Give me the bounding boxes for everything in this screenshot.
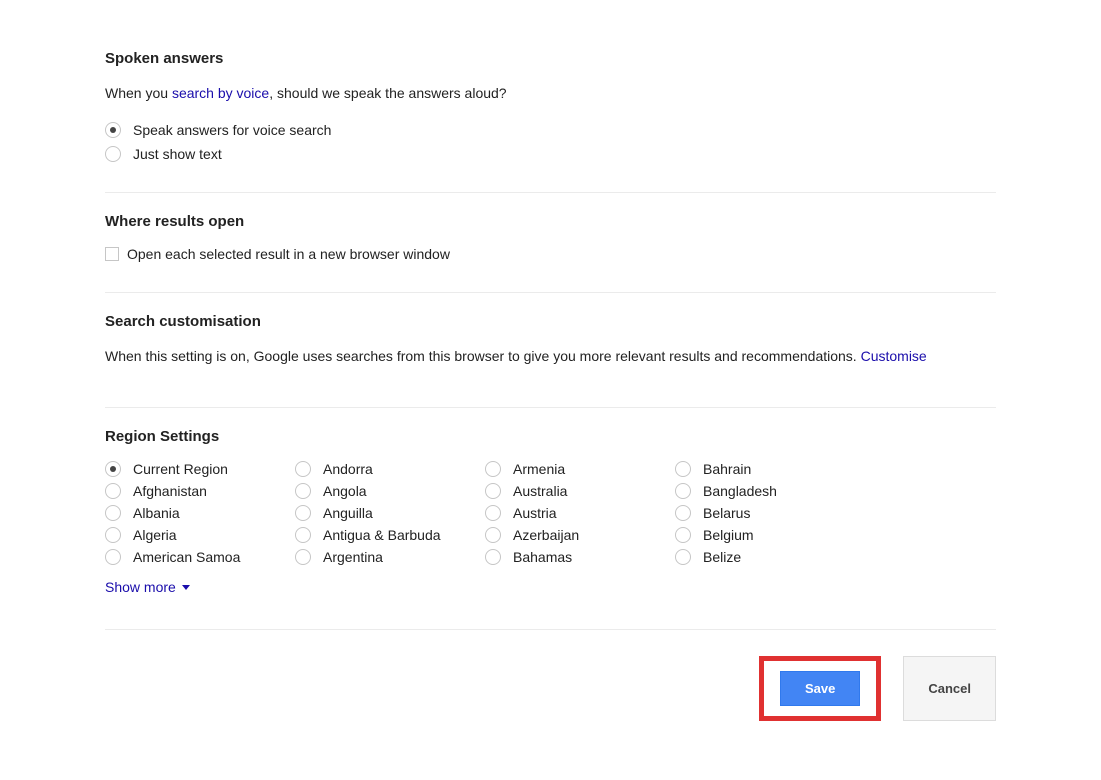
region-option[interactable]: Belarus xyxy=(675,505,865,521)
radio-icon xyxy=(485,461,501,477)
checkbox-icon xyxy=(105,247,119,261)
where-results-section: Where results open Open each selected re… xyxy=(105,193,996,293)
region-label: Belgium xyxy=(703,527,754,543)
region-option[interactable]: Antigua & Barbuda xyxy=(295,527,485,543)
open-new-window-checkbox[interactable]: Open each selected result in a new brows… xyxy=(105,246,996,262)
spoken-answers-desc: When you search by voice, should we spea… xyxy=(105,83,996,104)
radio-icon xyxy=(485,549,501,565)
region-label: Afghanistan xyxy=(133,483,207,499)
region-label: Current Region xyxy=(133,461,228,477)
search-by-voice-link[interactable]: search by voice xyxy=(172,85,269,101)
desc-post-text: , should we speak the answers aloud? xyxy=(269,85,506,101)
region-label: Argentina xyxy=(323,549,383,565)
caret-down-icon xyxy=(182,585,190,590)
radio-label: Just show text xyxy=(133,146,222,162)
region-label: Bahrain xyxy=(703,461,751,477)
search-customisation-section: Search customisation When this setting i… xyxy=(105,293,996,408)
region-option[interactable]: Armenia xyxy=(485,461,675,477)
radio-icon xyxy=(675,505,691,521)
region-option[interactable]: Belize xyxy=(675,549,865,565)
radio-icon xyxy=(295,527,311,543)
region-option[interactable]: Afghanistan xyxy=(105,483,295,499)
region-option[interactable]: Bahrain xyxy=(675,461,865,477)
radio-icon xyxy=(105,461,121,477)
radio-icon xyxy=(105,483,121,499)
radio-icon xyxy=(675,527,691,543)
show-more-link[interactable]: Show more xyxy=(105,579,190,595)
radio-speak-answers[interactable]: Speak answers for voice search xyxy=(105,122,996,138)
region-label: Andorra xyxy=(323,461,373,477)
region-label: Antigua & Barbuda xyxy=(323,527,441,543)
where-results-title: Where results open xyxy=(105,203,996,230)
radio-icon xyxy=(485,483,501,499)
radio-icon xyxy=(675,461,691,477)
region-option[interactable]: Argentina xyxy=(295,549,485,565)
radio-icon xyxy=(105,146,121,162)
region-label: Australia xyxy=(513,483,567,499)
region-option[interactable]: Bangladesh xyxy=(675,483,865,499)
footer-buttons: Save Cancel xyxy=(105,629,996,721)
checkbox-label: Open each selected result in a new brows… xyxy=(127,246,450,262)
region-option[interactable]: Bahamas xyxy=(485,549,675,565)
region-option[interactable]: Austria xyxy=(485,505,675,521)
customisation-desc-text: When this setting is on, Google uses sea… xyxy=(105,348,861,364)
region-label: Austria xyxy=(513,505,557,521)
radio-icon xyxy=(675,549,691,565)
region-option[interactable]: Angola xyxy=(295,483,485,499)
region-label: Anguilla xyxy=(323,505,373,521)
region-option[interactable]: Australia xyxy=(485,483,675,499)
radio-icon xyxy=(485,505,501,521)
region-label: Bangladesh xyxy=(703,483,777,499)
region-label: Belarus xyxy=(703,505,750,521)
region-grid: Current Region Andorra Armenia Bahrain Afgha… xyxy=(105,461,996,565)
region-settings-section: Region Settings Current Region Andorra Arm… xyxy=(105,408,996,623)
region-option[interactable]: Albania xyxy=(105,505,295,521)
region-label: Bahamas xyxy=(513,549,572,565)
region-option[interactable]: Anguilla xyxy=(295,505,485,521)
save-highlight-box: Save xyxy=(759,656,881,721)
radio-icon xyxy=(485,527,501,543)
region-option[interactable]: Belgium xyxy=(675,527,865,543)
region-option[interactable]: Current Region xyxy=(105,461,295,477)
radio-icon xyxy=(105,527,121,543)
radio-icon xyxy=(295,549,311,565)
region-settings-title: Region Settings xyxy=(105,418,996,445)
radio-icon xyxy=(295,505,311,521)
radio-icon xyxy=(105,122,121,138)
spoken-answers-section: Spoken answers When you search by voice,… xyxy=(105,30,996,193)
desc-pre-text: When you xyxy=(105,85,172,101)
customise-link[interactable]: Customise xyxy=(861,348,927,364)
region-label: Azerbaijan xyxy=(513,527,579,543)
region-option[interactable]: American Samoa xyxy=(105,549,295,565)
region-label: American Samoa xyxy=(133,549,240,565)
region-option[interactable]: Azerbaijan xyxy=(485,527,675,543)
save-button[interactable]: Save xyxy=(780,671,860,706)
radio-label: Speak answers for voice search xyxy=(133,122,331,138)
show-more-label: Show more xyxy=(105,579,176,595)
radio-icon xyxy=(295,483,311,499)
radio-icon xyxy=(675,483,691,499)
radio-just-text[interactable]: Just show text xyxy=(105,146,996,162)
region-label: Belize xyxy=(703,549,741,565)
region-label: Albania xyxy=(133,505,180,521)
search-customisation-title: Search customisation xyxy=(105,303,996,330)
region-label: Angola xyxy=(323,483,367,499)
cancel-button[interactable]: Cancel xyxy=(903,656,996,721)
region-label: Algeria xyxy=(133,527,177,543)
region-label: Armenia xyxy=(513,461,565,477)
radio-icon xyxy=(105,549,121,565)
spoken-answers-title: Spoken answers xyxy=(105,40,996,67)
radio-icon xyxy=(105,505,121,521)
region-option[interactable]: Algeria xyxy=(105,527,295,543)
radio-icon xyxy=(295,461,311,477)
search-customisation-desc: When this setting is on, Google uses sea… xyxy=(105,346,996,367)
region-option[interactable]: Andorra xyxy=(295,461,485,477)
